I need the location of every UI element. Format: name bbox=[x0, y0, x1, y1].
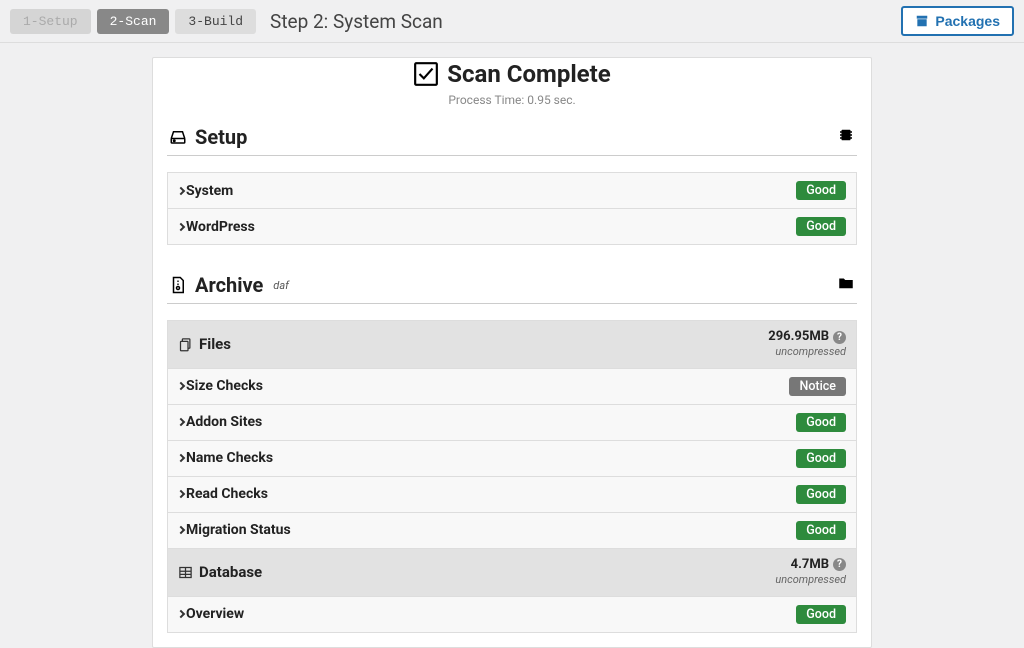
chip-icon bbox=[837, 126, 855, 148]
caret-right-icon bbox=[177, 418, 185, 426]
archive-icon bbox=[915, 14, 929, 28]
folder-icon bbox=[837, 274, 855, 296]
subheader-database-title: Database bbox=[199, 563, 262, 581]
row-addon-sites[interactable]: Addon Sites Good bbox=[167, 405, 857, 441]
row-overview[interactable]: Overview Good bbox=[167, 597, 857, 633]
status-badge: Notice bbox=[789, 377, 846, 396]
table-icon bbox=[178, 565, 193, 580]
row-system[interactable]: System Good bbox=[167, 173, 857, 209]
caret-right-icon bbox=[177, 526, 185, 534]
files-size: 296.95MB bbox=[768, 330, 829, 344]
status-badge: Good bbox=[796, 521, 846, 540]
section-setup-title: Setup bbox=[195, 125, 247, 149]
row-migration-status-label: Migration Status bbox=[186, 522, 291, 538]
database-size-note: uncompressed bbox=[775, 573, 846, 586]
database-size-meta: 4.7MB ? uncompressed bbox=[775, 557, 846, 588]
section-archive-header: Archive daf bbox=[167, 267, 857, 304]
row-name-checks-label: Name Checks bbox=[186, 450, 273, 466]
subheader-files[interactable]: Files 296.95MB ? uncompressed bbox=[167, 321, 857, 369]
row-name-checks[interactable]: Name Checks Good bbox=[167, 441, 857, 477]
row-size-checks[interactable]: Size Checks Notice bbox=[167, 369, 857, 405]
status-badge: Good bbox=[796, 485, 846, 504]
subheader-files-title: Files bbox=[199, 335, 231, 353]
row-overview-label: Overview bbox=[186, 606, 244, 622]
caret-right-icon bbox=[177, 222, 185, 230]
files-size-meta: 296.95MB ? uncompressed bbox=[768, 329, 846, 360]
packages-button-label: Packages bbox=[935, 13, 1000, 29]
caret-right-icon bbox=[177, 382, 185, 390]
caret-right-icon bbox=[177, 186, 185, 194]
step-2-scan[interactable]: 2-Scan bbox=[97, 9, 170, 34]
row-wordpress-label: WordPress bbox=[186, 219, 255, 235]
status-badge: Good bbox=[796, 181, 846, 200]
step-navigation: 1-Setup 2-Scan 3-Build Step 2: System Sc… bbox=[0, 0, 1024, 43]
files-size-note: uncompressed bbox=[775, 345, 846, 358]
scan-panel: Scan Complete Process Time: 0.95 sec. Se… bbox=[152, 57, 872, 648]
step-title: Step 2: System Scan bbox=[270, 10, 443, 33]
step-1-setup[interactable]: 1-Setup bbox=[10, 9, 91, 34]
caret-right-icon bbox=[177, 490, 185, 498]
row-addon-sites-label: Addon Sites bbox=[186, 414, 262, 430]
scan-complete-header: Scan Complete Process Time: 0.95 sec. bbox=[167, 58, 857, 107]
database-size: 4.7MB bbox=[791, 558, 829, 572]
row-size-checks-label: Size Checks bbox=[186, 378, 263, 394]
status-badge: Good bbox=[796, 449, 846, 468]
row-read-checks-label: Read Checks bbox=[186, 486, 268, 502]
row-wordpress[interactable]: WordPress Good bbox=[167, 209, 857, 245]
check-square-icon bbox=[413, 61, 439, 87]
copy-icon bbox=[178, 337, 193, 352]
row-read-checks[interactable]: Read Checks Good bbox=[167, 477, 857, 513]
caret-right-icon bbox=[177, 610, 185, 618]
step-3-build[interactable]: 3-Build bbox=[175, 9, 256, 34]
row-system-label: System bbox=[186, 183, 233, 199]
process-time: Process Time: 0.95 sec. bbox=[167, 93, 857, 107]
row-migration-status[interactable]: Migration Status Good bbox=[167, 513, 857, 549]
hdd-icon bbox=[169, 128, 187, 146]
status-badge: Good bbox=[796, 217, 846, 236]
section-archive-title: Archive bbox=[195, 273, 263, 297]
subheader-database[interactable]: Database 4.7MB ? uncompressed bbox=[167, 549, 857, 597]
caret-right-icon bbox=[177, 454, 185, 462]
section-setup-header: Setup bbox=[167, 119, 857, 156]
scan-heading: Scan Complete bbox=[447, 60, 610, 88]
status-badge: Good bbox=[796, 413, 846, 432]
status-badge: Good bbox=[796, 605, 846, 624]
help-icon[interactable]: ? bbox=[833, 558, 846, 571]
file-archive-icon bbox=[169, 276, 187, 294]
help-icon[interactable]: ? bbox=[833, 331, 846, 344]
packages-button[interactable]: Packages bbox=[901, 6, 1014, 36]
archive-suffix: daf bbox=[273, 279, 289, 292]
